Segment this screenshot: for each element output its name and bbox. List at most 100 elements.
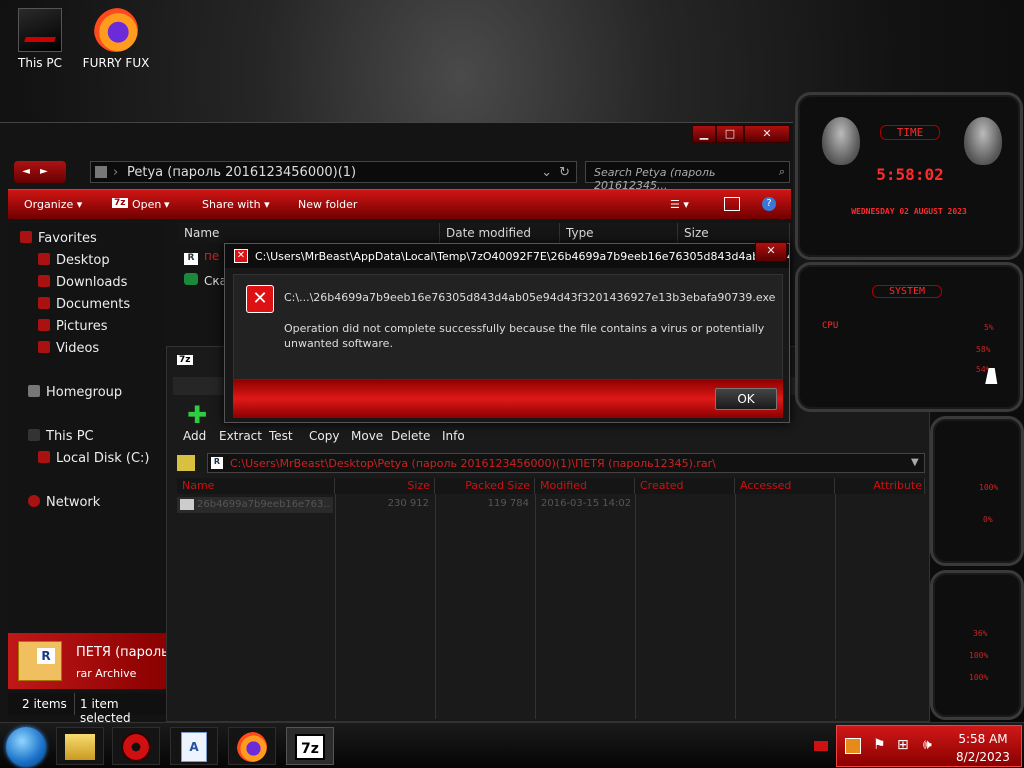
dialog-footer bbox=[233, 380, 783, 418]
column-divider bbox=[835, 494, 836, 719]
drive-gadget[interactable]: 100% 0% bbox=[930, 416, 1024, 566]
taskbar-wordpad[interactable]: A bbox=[170, 727, 218, 765]
column-header-size[interactable]: Size bbox=[678, 223, 790, 243]
clock-gadget[interactable]: TIME 5:58:02 WEDNESDAY 02 AUGUST 2023 bbox=[795, 92, 1023, 260]
organize-button[interactable]: Organize ▾ bbox=[24, 198, 82, 211]
column-header-type[interactable]: Type bbox=[560, 223, 678, 243]
sidebar-item-downloads[interactable]: Downloads bbox=[38, 275, 127, 290]
folder-up-icon[interactable] bbox=[177, 455, 195, 471]
extract-button[interactable]: Extract bbox=[219, 429, 262, 443]
column-header-attributes[interactable]: Attribute bbox=[835, 478, 925, 494]
file-row[interactable]: Ска bbox=[184, 273, 227, 288]
desktop-icon-label: FURRY FUX bbox=[82, 56, 150, 70]
sidebar-item-videos[interactable]: Videos bbox=[38, 341, 99, 356]
minimize-button[interactable]: ▁ bbox=[692, 125, 716, 143]
error-icon: ✕ bbox=[246, 285, 274, 313]
sidebar-item-label: Homegroup bbox=[46, 385, 123, 400]
dialog-message: Operation did not complete successfully … bbox=[284, 322, 765, 350]
details-file-type: rar Archive bbox=[76, 667, 137, 680]
taskbar-app[interactable] bbox=[112, 727, 160, 765]
new-folder-button[interactable]: New folder bbox=[298, 198, 357, 211]
test-button[interactable]: Test bbox=[269, 429, 293, 443]
info-button[interactable]: Info bbox=[442, 429, 465, 443]
search-icon[interactable]: ⌕ bbox=[779, 165, 785, 179]
sidebar-item-documents[interactable]: Documents bbox=[38, 297, 130, 312]
sidebar-item-network[interactable]: Network bbox=[28, 495, 100, 510]
status-divider bbox=[74, 693, 75, 715]
start-button[interactable] bbox=[6, 727, 46, 767]
column-header-date[interactable]: Date modified bbox=[440, 223, 560, 243]
copy-button[interactable]: Copy bbox=[309, 429, 339, 443]
sidebar-item-favorites[interactable]: Favorites bbox=[20, 231, 97, 246]
network-gadget[interactable]: 36% 100% 100% bbox=[930, 570, 1024, 720]
open-button[interactable]: Open bbox=[132, 198, 161, 211]
homegroup-icon bbox=[28, 385, 40, 397]
close-button[interactable]: ✕ bbox=[755, 242, 787, 262]
sidebar-item-label: Pictures bbox=[56, 319, 108, 334]
rar-archive-icon: R bbox=[18, 641, 62, 681]
help-icon[interactable]: ? bbox=[762, 197, 776, 211]
desktop-icon-this-pc[interactable]: This PC bbox=[4, 8, 76, 70]
item-count: 2 items bbox=[22, 697, 67, 711]
maximize-button[interactable]: □ bbox=[716, 125, 744, 143]
system-label: SYSTEM bbox=[872, 285, 942, 298]
folder-icon bbox=[65, 734, 95, 760]
view-options-icon[interactable]: ☰ ▾ bbox=[670, 198, 689, 211]
clock-date: WEDNESDAY 02 AUGUST 2023 bbox=[851, 207, 967, 216]
column-header-packed-size[interactable]: Packed Size bbox=[435, 478, 535, 494]
sidebar-item-pictures[interactable]: Pictures bbox=[38, 319, 107, 334]
network-status-icon[interactable]: ⊞ bbox=[897, 737, 909, 753]
column-divider bbox=[535, 494, 536, 719]
taskbar-clock[interactable]: 5:58 AM 8/2/2023 bbox=[951, 730, 1015, 766]
refresh-icon[interactable]: ↻ bbox=[559, 165, 570, 180]
search-input[interactable]: Search Petya (пароль 201612345... ⌕ bbox=[585, 161, 790, 192]
back-forward-buttons[interactable]: ◄► bbox=[14, 161, 66, 183]
column-header-accessed[interactable]: Accessed bbox=[735, 478, 835, 494]
preview-pane-icon[interactable] bbox=[724, 197, 740, 211]
share-with-button[interactable]: Share with ▾ bbox=[202, 198, 270, 211]
app-tray-icon[interactable] bbox=[845, 738, 861, 754]
system-gadget[interactable]: SYSTEM CPU 5% 58% 54% bbox=[795, 262, 1023, 412]
add-button[interactable]: Add bbox=[183, 429, 206, 443]
taskbar-firefox[interactable] bbox=[228, 727, 276, 765]
cpu-reading: 5% bbox=[984, 323, 994, 332]
command-bar: Organize ▾ 7z Open ▾ Share with ▾ New fo… bbox=[8, 189, 791, 219]
column-header-created[interactable]: Created bbox=[635, 478, 735, 494]
chevron-down-icon[interactable]: ▼ bbox=[911, 457, 919, 468]
ok-button[interactable]: OK bbox=[715, 388, 777, 410]
table-row[interactable]: 26b4699a7b9eeb16e763... bbox=[177, 497, 333, 513]
column-header-name[interactable]: Name bbox=[177, 478, 335, 494]
column-header-size[interactable]: Size bbox=[335, 478, 435, 494]
archive-path-input[interactable]: R C:\Users\MrBeast\Desktop\Petya (пароль… bbox=[207, 453, 925, 473]
sidebar-item-homegroup[interactable]: Homegroup bbox=[28, 385, 122, 400]
archive-path-text: C:\Users\MrBeast\Desktop\Petya (пароль 2… bbox=[230, 457, 716, 470]
open-dropdown-icon[interactable]: ▾ bbox=[164, 198, 170, 211]
desktop-icon-furry-fux[interactable]: FURRY FUX bbox=[80, 8, 152, 70]
videos-icon bbox=[38, 341, 50, 353]
sidebar-item-local-disk[interactable]: Local Disk (C:) bbox=[38, 451, 149, 466]
address-bar[interactable]: › Petya (пароль 2016123456000)(1) ⌄ ↻ bbox=[90, 161, 577, 183]
action-center-icon[interactable]: ⚑ bbox=[873, 737, 886, 753]
sidebar-item-this-pc[interactable]: This PC bbox=[28, 429, 94, 444]
reading-value: 100% bbox=[969, 673, 989, 682]
taskbar-7zip[interactable]: 7z bbox=[286, 727, 334, 765]
chevron-down-icon[interactable]: ⌄ bbox=[541, 165, 552, 180]
file-row[interactable]: Rпе bbox=[184, 249, 219, 265]
sidebar-item-desktop[interactable]: Desktop bbox=[38, 253, 110, 268]
move-button[interactable]: Move bbox=[351, 429, 383, 443]
delete-button[interactable]: Delete bbox=[391, 429, 430, 443]
taskbar-explorer[interactable] bbox=[56, 727, 104, 765]
close-button[interactable]: ✕ bbox=[744, 125, 790, 143]
selection-count: 1 item selected bbox=[80, 697, 131, 725]
column-divider bbox=[335, 494, 336, 719]
column-divider bbox=[435, 494, 436, 719]
column-header-name[interactable]: Name bbox=[178, 223, 440, 243]
show-hidden-icons[interactable] bbox=[814, 741, 828, 751]
download-icon bbox=[38, 275, 50, 287]
error-dialog: ✕ C:\Users\MrBeast\AppData\Local\Temp\7z… bbox=[224, 242, 790, 423]
column-header-modified[interactable]: Modified bbox=[535, 478, 635, 494]
volume-icon[interactable]: 🕪 bbox=[923, 737, 932, 753]
sidebar-item-label: Downloads bbox=[56, 275, 128, 290]
reading-value: 36% bbox=[973, 629, 988, 638]
add-icon[interactable]: ✚ bbox=[187, 403, 207, 427]
